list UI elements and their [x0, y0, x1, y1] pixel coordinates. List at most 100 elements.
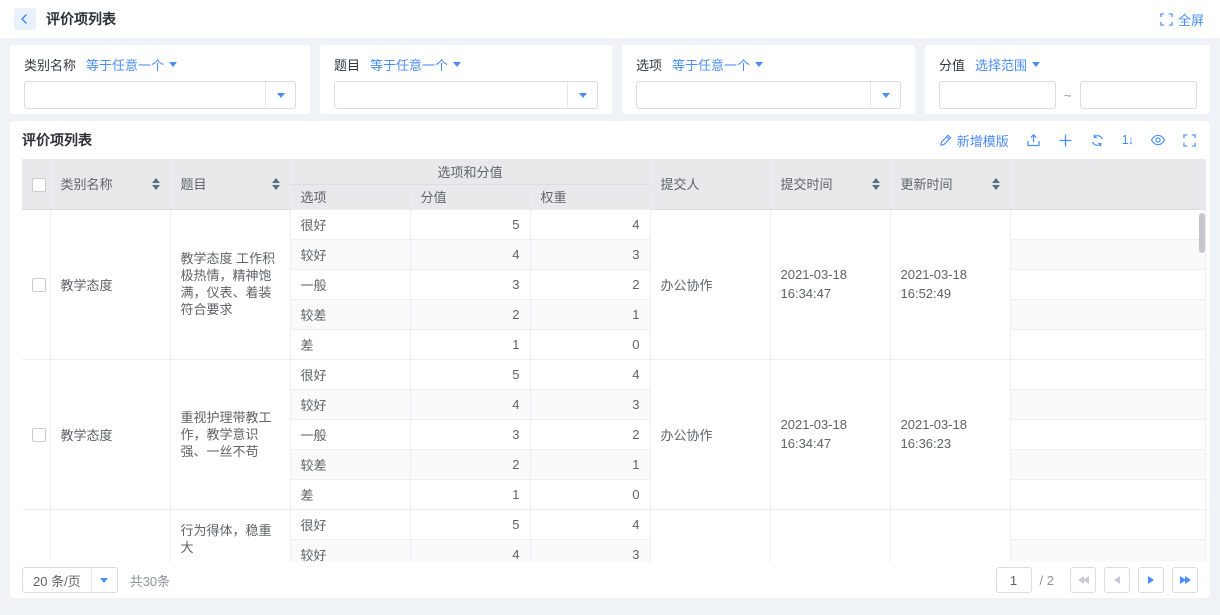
- filter-card-question: 题目 等于任意一个: [320, 45, 612, 114]
- empty-cell: [1010, 449, 1205, 479]
- option-cell: 一般: [290, 269, 410, 299]
- weight-cell: 1: [530, 299, 650, 329]
- option-cell: 一般: [290, 419, 410, 449]
- filter-condition-dropdown[interactable]: 等于任意一个: [672, 55, 763, 74]
- pagination-bar: 20 条/页 共30条 / 2: [10, 562, 1210, 598]
- score-max-input[interactable]: [1080, 81, 1197, 109]
- new-template-button[interactable]: 新增模版: [939, 131, 1009, 150]
- sort-icon[interactable]: [992, 178, 1000, 190]
- row-checkbox[interactable]: [32, 278, 46, 292]
- chevron-down-icon: [277, 93, 285, 98]
- option-cell: 差: [290, 329, 410, 359]
- fullscreen-icon: [1183, 134, 1196, 147]
- page-total-indicator: / 2: [1040, 573, 1054, 588]
- empty-cell: [1010, 359, 1205, 389]
- score-cell: 4: [410, 539, 530, 562]
- filter-label: 分值: [939, 55, 965, 74]
- range-separator: ~: [1064, 88, 1072, 103]
- chevron-down-icon: [453, 62, 461, 67]
- chevron-down-icon: [579, 93, 587, 98]
- submitter-cell: 办公协作: [650, 209, 770, 359]
- filter-condition-dropdown[interactable]: 等于任意一个: [370, 55, 461, 74]
- export-button[interactable]: [1026, 133, 1041, 148]
- sort-icon[interactable]: [152, 178, 160, 190]
- refresh-button[interactable]: [1090, 133, 1105, 148]
- last-page-button[interactable]: [1172, 567, 1198, 593]
- update-time-cell: [890, 509, 1010, 562]
- sort-icon[interactable]: [872, 178, 880, 190]
- add-button[interactable]: [1058, 133, 1073, 148]
- score-cell: 1: [410, 329, 530, 359]
- column-header-question[interactable]: 题目: [170, 159, 290, 209]
- column-visibility-button[interactable]: [1150, 133, 1166, 147]
- table-toolbar: 新增模版: [939, 131, 1196, 150]
- page-fullscreen-button[interactable]: 全屏: [1160, 10, 1204, 29]
- category-select[interactable]: [24, 81, 296, 109]
- option-cell: 很好: [290, 509, 410, 539]
- sort-order-button[interactable]: 1↓: [1122, 133, 1133, 147]
- submitter-cell: 办公协作: [650, 359, 770, 509]
- category-cell: [50, 509, 170, 562]
- score-cell: 5: [410, 209, 530, 239]
- empty-cell: [1010, 419, 1205, 449]
- filter-label: 题目: [334, 55, 360, 74]
- weight-cell: 1: [530, 449, 650, 479]
- score-cell: 2: [410, 449, 530, 479]
- option-cell: 差: [290, 479, 410, 509]
- vertical-scrollbar[interactable]: [1199, 213, 1205, 253]
- weight-cell: 0: [530, 479, 650, 509]
- table-fullscreen-button[interactable]: [1183, 134, 1196, 147]
- score-cell: 5: [410, 359, 530, 389]
- filter-condition-dropdown[interactable]: 选择范围: [975, 55, 1040, 74]
- option-cell: 很好: [290, 209, 410, 239]
- weight-cell: 4: [530, 509, 650, 539]
- empty-cell: [1010, 479, 1205, 509]
- first-page-button[interactable]: [1070, 567, 1096, 593]
- table-panel: 评价项列表 新增模版: [10, 121, 1210, 598]
- export-icon: [1026, 133, 1041, 148]
- page-size-select[interactable]: 20 条/页: [22, 567, 118, 593]
- fullscreen-icon: [1160, 13, 1173, 26]
- option-cell: 较好: [290, 539, 410, 562]
- score-cell: 3: [410, 419, 530, 449]
- empty-cell: [1010, 299, 1205, 329]
- score-cell: 2: [410, 299, 530, 329]
- option-cell: 较差: [290, 299, 410, 329]
- option-cell: 较好: [290, 389, 410, 419]
- column-header-submit-time[interactable]: 提交时间: [770, 159, 890, 209]
- chevron-left-icon: [19, 13, 31, 25]
- row-checkbox[interactable]: [32, 428, 46, 442]
- score-min-input[interactable]: [939, 81, 1056, 109]
- option-select[interactable]: [636, 81, 901, 109]
- column-header-update-time[interactable]: 更新时间: [890, 159, 1010, 209]
- option-cell: 很好: [290, 359, 410, 389]
- column-header-options-group: 选项和分值: [290, 159, 650, 184]
- table-row: 教学态度教学态度 工作积极热情，精神饱满，仪表、着装符合要求很好54办公协作20…: [22, 209, 1205, 239]
- question-cell: 重视护理带教工作，教学意识强、一丝不苟: [170, 359, 290, 509]
- score-cell: 1: [410, 479, 530, 509]
- empty-cell: [1010, 539, 1205, 562]
- filter-condition-dropdown[interactable]: 等于任意一个: [86, 55, 177, 74]
- new-template-icon: [939, 133, 953, 147]
- weight-cell: 3: [530, 539, 650, 562]
- back-button[interactable]: [14, 8, 36, 30]
- table-row: 行为得体，稳重大很好54: [22, 509, 1205, 539]
- chevron-left-icon: [1114, 576, 1120, 584]
- prev-page-button[interactable]: [1104, 567, 1130, 593]
- next-page-button[interactable]: [1138, 567, 1164, 593]
- chevron-right-icon: [1148, 576, 1154, 584]
- submit-time-cell: [770, 509, 890, 562]
- weight-cell: 3: [530, 239, 650, 269]
- question-select[interactable]: [334, 81, 598, 109]
- column-header-empty: [1010, 159, 1205, 209]
- weight-cell: 2: [530, 419, 650, 449]
- empty-cell: [1010, 209, 1205, 239]
- weight-cell: 4: [530, 209, 650, 239]
- select-all-checkbox[interactable]: [32, 178, 46, 192]
- column-header-category[interactable]: 类别名称: [50, 159, 170, 209]
- sort-icon[interactable]: [272, 178, 280, 190]
- column-header-score: 分值: [410, 184, 530, 209]
- empty-cell: [1010, 269, 1205, 299]
- page-number-input[interactable]: [996, 567, 1032, 593]
- table-row: 教学态度重视护理带教工作，教学意识强、一丝不苟很好54办公协作2021-03-1…: [22, 359, 1205, 389]
